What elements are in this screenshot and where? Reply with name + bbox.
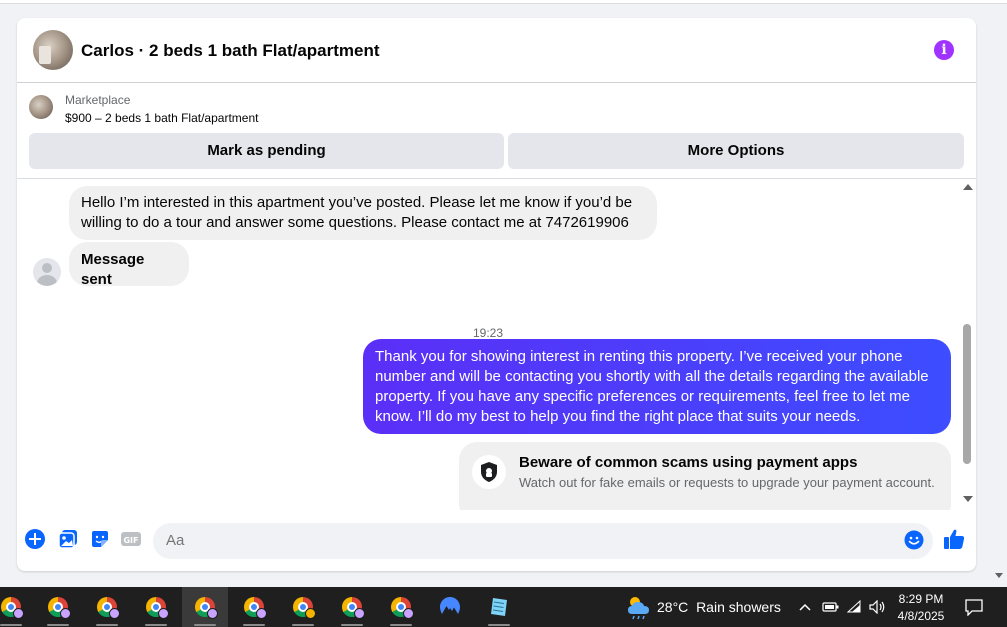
incoming-message: Hello I’m interested in this apartment y… [69,186,657,240]
incoming-message: Message sent [69,242,189,288]
windows-taskbar: 28°C Rain showers 8:29 PM 4/8/2025 [0,587,1007,627]
volume-icon[interactable] [869,600,887,614]
scroll-thumb[interactable] [963,324,971,464]
default-avatar-head-icon [42,263,52,273]
scam-warning-title: Beware of common scams using payment app… [519,454,858,471]
svg-text:GIF: GIF [123,536,138,545]
weather-widget[interactable]: 28°C Rain showers [657,599,781,615]
taskbar-chrome-9[interactable] [378,587,424,627]
listing-avatar[interactable] [33,30,73,70]
taskbar-chrome-2[interactable] [35,587,81,627]
listing-title[interactable]: $900 – 2 beds 1 bath Flat/apartment [65,111,258,125]
weather-condition: Rain showers [696,599,781,615]
weather-rain-icon[interactable] [624,594,652,620]
profile-badge-icon [158,608,169,619]
taskbar-chrome-7[interactable] [280,587,326,627]
taskbar-chrome-1[interactable] [0,587,34,627]
message-timestamp: 19:23 [472,326,504,340]
running-indicator [0,624,22,626]
chat-title[interactable]: Carlos · 2 beds 1 bath Flat/apartment [81,41,380,61]
marketplace-panel: Marketplace $900 – 2 beds 1 bath Flat/ap… [17,84,976,179]
system-clock-time[interactable]: 8:29 PM [893,591,949,607]
emoji-icon[interactable] [904,530,924,550]
sender-avatar[interactable] [33,258,61,286]
thread-scrollbar[interactable] [959,180,976,510]
running-indicator [145,624,167,626]
notepad-icon [491,598,507,616]
nordvpn-icon [440,597,460,614]
profile-badge-icon [403,608,414,619]
scroll-up-arrow-icon[interactable] [963,184,973,190]
sticker-icon[interactable] [89,528,111,550]
running-indicator [96,624,118,626]
notification-icon[interactable] [964,598,984,616]
profile-badge-icon [354,608,365,619]
listing-thumbnail[interactable] [29,95,53,119]
message-thread: Hello I’m interested in this apartment y… [17,180,959,510]
battery-icon[interactable] [822,601,840,613]
chat-header: Carlos · 2 beds 1 bath Flat/apartment i [17,18,976,83]
gif-icon[interactable]: GIF [120,528,142,550]
info-icon[interactable]: i [934,40,954,60]
running-indicator [488,624,510,626]
profile-badge-icon [256,608,267,619]
shield-icon-wrap [472,455,506,489]
marketplace-label: Marketplace [65,93,131,107]
plus-icon[interactable] [24,528,46,550]
photo-icon[interactable] [57,528,79,550]
running-indicator [390,624,412,626]
system-clock-date[interactable]: 4/8/2025 [893,608,949,624]
running-indicator [47,624,69,626]
message-input[interactable] [153,523,933,559]
chat-window: Carlos · 2 beds 1 bath Flat/apartment i … [17,18,976,571]
running-indicator [341,624,363,626]
profile-badge-icon [60,608,71,619]
like-icon[interactable] [942,527,966,551]
scroll-down-arrow-icon[interactable] [963,496,973,502]
wifi-icon[interactable] [847,600,863,614]
shield-icon [481,462,497,482]
taskbar-chrome-5[interactable] [182,587,228,627]
weather-temperature: 28°C [657,599,689,615]
scam-warning-subtitle: Watch out for fake emails or requests to… [519,475,935,490]
chevron-up-icon[interactable] [798,601,812,613]
taskbar-nordvpn[interactable] [427,587,473,627]
mark-as-pending-button[interactable]: Mark as pending [29,133,504,169]
taskbar-notepad[interactable] [476,587,522,627]
running-indicator [243,624,265,626]
running-indicator [292,624,314,626]
taskbar-chrome-4[interactable] [133,587,179,627]
profile-badge-icon [109,608,120,619]
more-options-button[interactable]: More Options [508,133,964,169]
browser-top-border [0,0,1007,4]
running-indicator [194,624,216,626]
scam-warning-card[interactable]: Beware of common scams using payment app… [459,442,951,510]
profile-badge-icon [305,608,316,619]
outgoing-message: Thank you for showing interest in rentin… [363,339,951,434]
taskbar-chrome-3[interactable] [84,587,130,627]
message-composer: GIF [17,515,976,571]
page-scroll-down-arrow-icon[interactable] [995,573,1003,578]
profile-badge-icon [207,608,218,619]
taskbar-chrome-8[interactable] [329,587,375,627]
default-avatar-body-icon [37,275,57,286]
taskbar-chrome-6[interactable] [231,587,277,627]
profile-badge-icon [13,608,24,619]
